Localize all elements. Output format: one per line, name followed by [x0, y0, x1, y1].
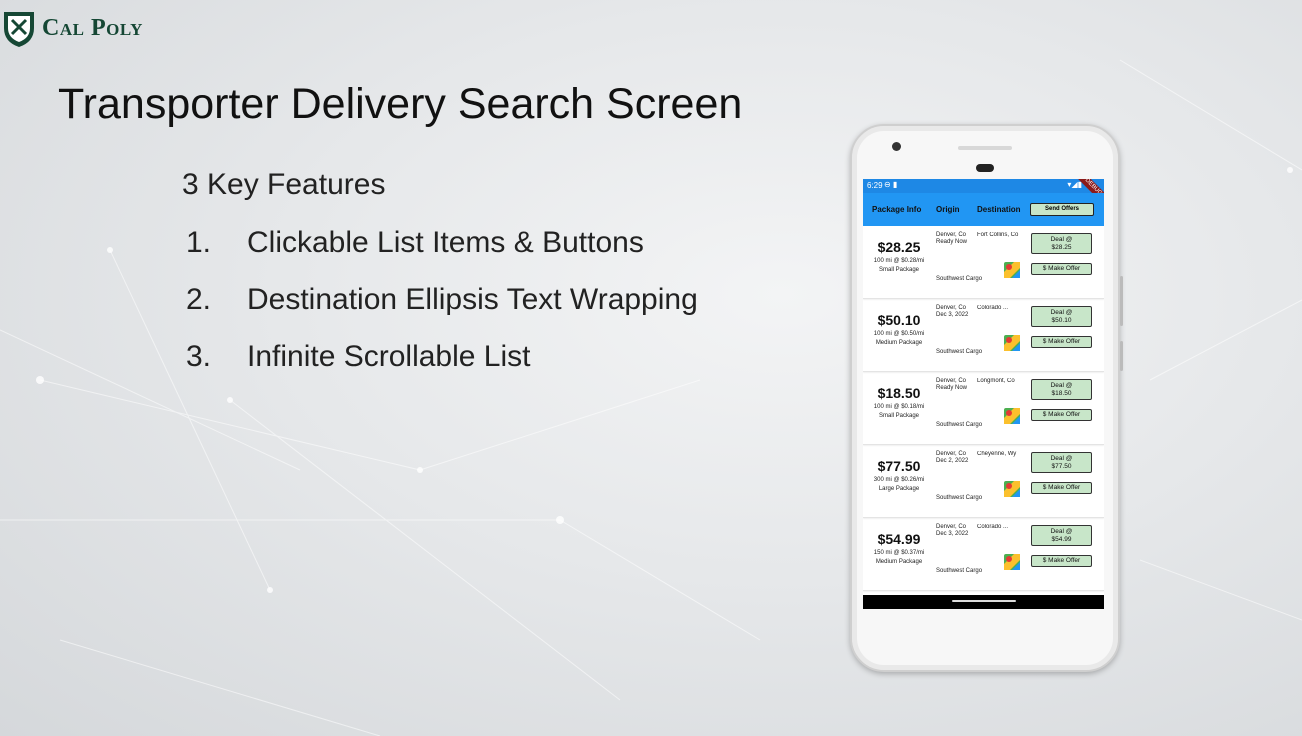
list-item[interactable]: $18.50 100 mi @ $0.18/mi Small Package D… — [863, 372, 1104, 445]
deal-label: Deal @ — [1050, 528, 1073, 535]
deal-button[interactable]: Deal @ $50.10 — [1031, 306, 1092, 327]
system-nav-bar — [863, 595, 1104, 609]
header-origin: Origin — [936, 205, 960, 214]
item-date: Ready Now — [936, 385, 968, 391]
feature-item: 1. Clickable List Items & Buttons — [186, 226, 698, 283]
item-destination: Colorado ... — [977, 524, 1009, 530]
list-item[interactable]: $28.25 100 mi @ $0.28/mi Small Package D… — [863, 226, 1104, 299]
deal-price: $54.99 — [1051, 536, 1072, 543]
make-offer-button[interactable]: $ Make Offer — [1031, 482, 1092, 494]
item-size: Small Package — [878, 267, 920, 273]
item-company: Southwest Cargo — [936, 495, 983, 501]
cal-poly-logo: Cal Poly — [2, 8, 143, 48]
item-price: $54.99 — [877, 531, 921, 547]
google-maps-icon[interactable] — [1004, 554, 1020, 570]
item-date: Dec 3, 2022 — [936, 312, 969, 318]
item-price: $18.50 — [877, 385, 921, 401]
phone-sensor — [976, 164, 994, 172]
status-time: 6:29 — [867, 181, 883, 190]
deal-button[interactable]: Deal @ $77.50 — [1031, 452, 1092, 473]
item-date: Dec 3, 2022 — [936, 531, 969, 537]
app-header: Package Info Origin Destination Send Off… — [863, 193, 1104, 226]
slide-title: Transporter Delivery Search Screen — [58, 80, 743, 128]
item-rate: 100 mi @ $0.50/mi — [873, 331, 925, 337]
item-origin: Denver, Co — [936, 524, 967, 530]
make-offer-button[interactable]: $ Make Offer — [1031, 263, 1092, 275]
item-date: Dec 2, 2022 — [936, 458, 969, 464]
phone-mockup: 6:29 ⊖ ▮ ▾◢▮ DEBUG Package Info Origin D… — [850, 124, 1123, 672]
item-origin: Denver, Co — [936, 232, 967, 238]
item-rate: 100 mi @ $0.18/mi — [873, 404, 925, 410]
header-package-info: Package Info — [872, 205, 922, 214]
item-size: Medium Package — [875, 559, 923, 565]
feature-list: 1. Clickable List Items & Buttons 2. Des… — [186, 226, 698, 397]
item-company: Southwest Cargo — [936, 276, 983, 282]
make-offer-button[interactable]: $ Make Offer — [1031, 555, 1092, 567]
deal-price: $50.10 — [1051, 317, 1072, 324]
item-rate: 300 mi @ $0.26/mi — [873, 477, 925, 483]
shield-icon — [4, 12, 34, 47]
item-price: $28.25 — [877, 239, 921, 255]
feature-text: Infinite Scrollable List — [247, 340, 531, 373]
deal-label: Deal @ — [1050, 382, 1073, 389]
feature-item: 2. Destination Ellipsis Text Wrapping — [186, 283, 698, 340]
deal-label: Deal @ — [1050, 236, 1073, 243]
deal-button[interactable]: Deal @ $18.50 — [1031, 379, 1092, 400]
item-price: $77.50 — [877, 458, 921, 474]
feature-number: 1. — [186, 226, 212, 259]
item-company: Southwest Cargo — [936, 422, 983, 428]
item-destination: Colorado ... — [977, 305, 1009, 311]
make-offer-button[interactable]: $ Make Offer — [1031, 409, 1092, 421]
feature-text: Clickable List Items & Buttons — [247, 226, 644, 259]
item-size: Medium Package — [875, 340, 923, 346]
send-offers-button[interactable]: Send Offers — [1030, 203, 1094, 216]
item-size: Large Package — [878, 486, 920, 492]
google-maps-icon[interactable] — [1004, 335, 1020, 351]
phone-volume-button — [1120, 276, 1123, 326]
header-destination: Destination — [977, 205, 1021, 214]
deal-price: $28.25 — [1051, 244, 1072, 251]
item-size: Small Package — [878, 413, 920, 419]
make-offer-button[interactable]: $ Make Offer — [1031, 336, 1092, 348]
feature-number: 2. — [186, 283, 212, 316]
deal-button[interactable]: Deal @ $28.25 — [1031, 233, 1092, 254]
item-origin: Denver, Co — [936, 378, 967, 384]
item-destination: Cheyenne, Wy — [977, 451, 1017, 457]
front-camera — [892, 142, 901, 151]
feature-number: 3. — [186, 340, 212, 373]
google-maps-icon[interactable] — [1004, 408, 1020, 424]
list-item[interactable]: $77.50 300 mi @ $0.26/mi Large Package D… — [863, 445, 1104, 518]
list-item[interactable]: $50.10 100 mi @ $0.50/mi Medium Package … — [863, 299, 1104, 372]
item-origin: Denver, Co — [936, 305, 967, 311]
deal-price: $77.50 — [1051, 463, 1072, 470]
google-maps-icon[interactable] — [1004, 262, 1020, 278]
item-origin: Denver, Co — [936, 451, 967, 457]
item-destination: Fort Collins, Co — [977, 232, 1019, 238]
app-screen: 6:29 ⊖ ▮ ▾◢▮ DEBUG Package Info Origin D… — [863, 179, 1104, 609]
home-gesture-pill[interactable] — [952, 600, 1016, 602]
feature-text: Destination Ellipsis Text Wrapping — [247, 283, 698, 316]
phone-speaker — [958, 146, 1012, 150]
deal-button[interactable]: Deal @ $54.99 — [1031, 525, 1092, 546]
deal-price: $18.50 — [1051, 390, 1072, 397]
google-maps-icon[interactable] — [1004, 481, 1020, 497]
status-bar: 6:29 ⊖ ▮ ▾◢▮ DEBUG — [863, 179, 1104, 207]
item-date: Ready Now — [936, 239, 968, 245]
item-price: $50.10 — [877, 312, 921, 328]
feature-item: 3. Infinite Scrollable List — [186, 340, 698, 397]
deal-label: Deal @ — [1050, 309, 1073, 316]
item-rate: 100 mi @ $0.28/mi — [873, 258, 925, 264]
delivery-list[interactable]: $28.25 100 mi @ $0.28/mi Small Package D… — [863, 226, 1104, 591]
item-destination: Longmont, Co — [977, 378, 1015, 384]
list-item[interactable]: $54.99 150 mi @ $0.37/mi Medium Package … — [863, 518, 1104, 591]
logo-text: Cal Poly — [42, 14, 143, 41]
phone-power-button — [1120, 341, 1123, 371]
item-company: Southwest Cargo — [936, 349, 983, 355]
item-company: Southwest Cargo — [936, 568, 983, 574]
status-notification-icons: ⊖ ▮ — [884, 180, 898, 189]
slide-subtitle: 3 Key Features — [182, 168, 386, 201]
deal-label: Deal @ — [1050, 455, 1073, 462]
item-rate: 150 mi @ $0.37/mi — [873, 550, 925, 556]
